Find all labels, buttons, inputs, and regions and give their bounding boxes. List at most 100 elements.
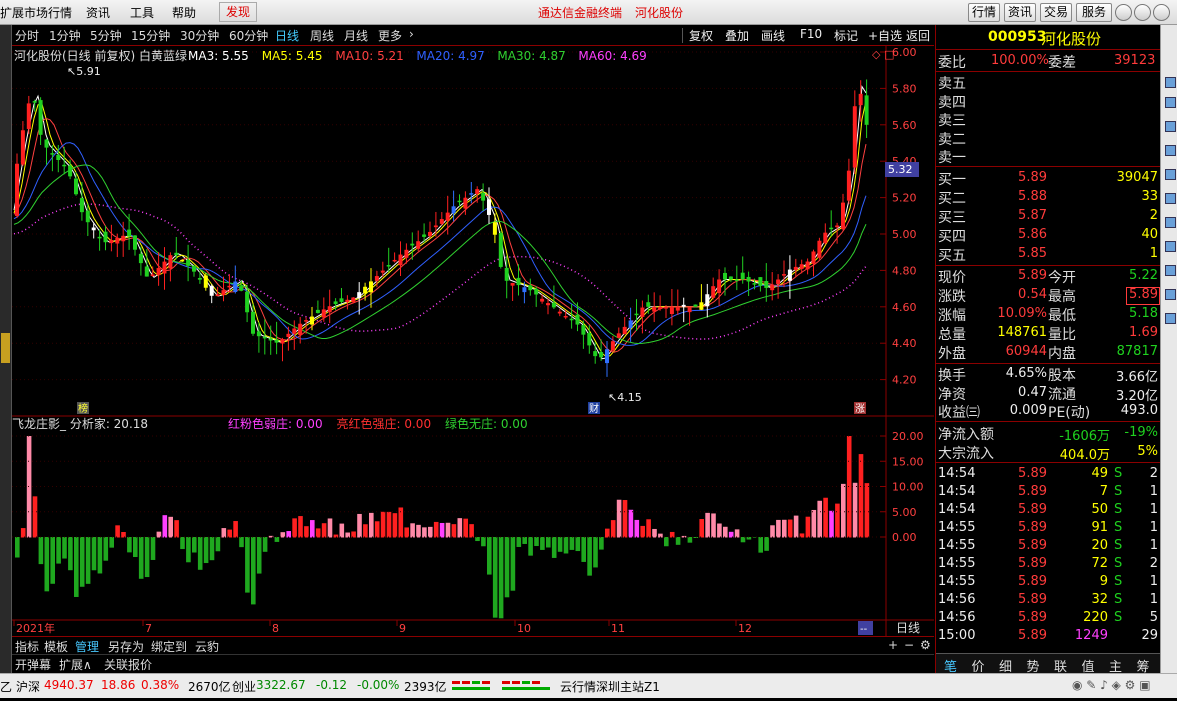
service-button[interactable]: 服务: [1076, 3, 1112, 22]
tool-icon[interactable]: [1165, 145, 1176, 156]
barrage-button[interactable]: 开弹幕: [15, 656, 51, 673]
server-name[interactable]: 云行情深圳主站Z1: [560, 678, 660, 695]
flow-value: -1606万: [1059, 429, 1110, 444]
f10-button[interactable]: F10: [800, 27, 822, 41]
period-tab[interactable]: 5分钟: [90, 27, 122, 44]
candle: [492, 222, 497, 235]
tool-icon[interactable]: [1165, 217, 1176, 228]
left-side-strip: [0, 25, 12, 673]
bind-to-button[interactable]: 绑定到: [151, 638, 187, 655]
trade-button[interactable]: 交易: [1040, 3, 1072, 22]
x-end-tag-label: --: [860, 624, 868, 635]
candle: [522, 287, 527, 293]
quotes-button[interactable]: 行情: [968, 3, 1000, 22]
indicator-button[interactable]: 指标: [15, 638, 39, 655]
draw-line-button[interactable]: 画线: [761, 27, 785, 44]
period-tab[interactable]: 月线: [344, 27, 368, 44]
add-watchlist-button[interactable]: +自选: [868, 27, 902, 44]
candle: [44, 139, 49, 148]
price-tick: 5.00: [892, 228, 917, 241]
tool-icon[interactable]: [1165, 121, 1176, 132]
save-as-button[interactable]: 另存为: [108, 638, 144, 655]
manage-button[interactable]: 管理: [75, 638, 99, 655]
discover-button[interactable]: 发现: [219, 2, 258, 22]
indicator-bar: [457, 518, 463, 538]
tick-price: 5.89: [1018, 538, 1047, 553]
price-tick: 4.60: [892, 301, 917, 314]
template-button[interactable]: 模板: [44, 638, 68, 655]
period-tab-more[interactable]: 更多: [378, 27, 402, 44]
yunbao-button[interactable]: 云豹: [195, 638, 219, 655]
tool-icon[interactable]: [1165, 289, 1176, 300]
tool-icon[interactable]: [1165, 169, 1176, 180]
candle: [528, 285, 533, 291]
candle: [327, 306, 332, 313]
marker-list-label[interactable]: 榜: [78, 402, 88, 415]
tool-icon[interactable]: [1165, 313, 1176, 324]
tool-icon[interactable]: [1165, 265, 1176, 276]
period-tab[interactable]: 周线: [310, 27, 334, 44]
period-tab[interactable]: 1分钟: [49, 27, 81, 44]
expand-left-handle-icon[interactable]: [1, 333, 10, 363]
menu-news[interactable]: 资讯: [86, 4, 110, 21]
tick-time: 14:56: [938, 610, 976, 625]
menu-tools[interactable]: 工具: [130, 4, 154, 21]
menu-help[interactable]: 帮助: [172, 4, 196, 21]
indicator-bar: [150, 537, 156, 560]
tick-time: 14:55: [938, 538, 976, 553]
period-tab[interactable]: 60分钟: [229, 27, 268, 44]
stat-value: 87817: [1116, 344, 1158, 359]
mark-button[interactable]: 标记: [834, 27, 858, 44]
tick-time: 14:54: [938, 466, 976, 481]
indicator-bar: [711, 513, 716, 538]
tick-count: 2: [1149, 556, 1158, 571]
marker-finance-label[interactable]: 财: [589, 402, 599, 415]
candle: [56, 154, 61, 161]
level-label: 买二: [938, 191, 966, 207]
adjust-button[interactable]: 复权: [689, 27, 713, 44]
overlay-button[interactable]: 叠加: [725, 27, 749, 44]
cy-index-label[interactable]: 创业: [232, 678, 256, 695]
news-button[interactable]: 资讯: [1004, 3, 1036, 22]
tick-side: S: [1114, 610, 1123, 625]
indicator-bar: [363, 524, 368, 538]
tool-icon[interactable]: [1165, 241, 1176, 252]
level-label: 收益㈢: [938, 405, 980, 421]
link-stock-name[interactable]: 河化股份: [635, 4, 683, 21]
indicator-bar: [439, 522, 445, 538]
marker-rise-label[interactable]: 涨: [855, 403, 865, 415]
candle: [699, 302, 704, 310]
minimize-icon[interactable]: [1115, 4, 1132, 21]
period-tab[interactable]: 分时: [15, 27, 39, 44]
collapse-icon[interactable]: ◇ □: [872, 48, 894, 61]
close-icon[interactable]: [1153, 4, 1170, 21]
back-button[interactable]: 返回: [906, 27, 930, 44]
tool-icon[interactable]: [1165, 193, 1176, 204]
maximize-icon[interactable]: [1134, 4, 1151, 21]
stat-value: 0.54: [1018, 287, 1047, 302]
candle: [770, 284, 775, 291]
related-quote-button[interactable]: 关联报价: [104, 656, 152, 673]
zoom-out-icon[interactable]: −: [904, 638, 914, 652]
candle: [304, 320, 309, 322]
zoom-in-icon[interactable]: +: [888, 638, 898, 652]
settings-icon[interactable]: ⚙: [920, 638, 931, 652]
period-tab[interactable]: 15分钟: [131, 27, 170, 44]
bid-price: 5.86: [1018, 227, 1047, 242]
period-tab[interactable]: 30分钟: [180, 27, 219, 44]
sh-index-label[interactable]: 沪深: [16, 678, 40, 695]
menu-extended-market[interactable]: 扩展市场行情: [0, 4, 72, 21]
period-tab-active[interactable]: 日线: [275, 27, 299, 44]
indicator-bar: [675, 537, 681, 545]
stock-name: 河化股份: [1041, 30, 1102, 48]
more-arrow-icon[interactable]: ›: [409, 27, 414, 41]
indicator-bar: [817, 500, 822, 538]
indicator-legend-item: 绿色无庄: 0.00: [445, 416, 528, 431]
kline-chart[interactable]: 河化股份(日线 前复权) 白黄蓝绿 MA3: 5.55 MA5: 5.45 MA10…: [12, 46, 934, 636]
candle: [26, 103, 31, 129]
status-icons[interactable]: ◉ ✎ ♪ ◈ ⚙ ▣: [1072, 678, 1151, 692]
tool-icon[interactable]: [1165, 97, 1176, 108]
extend-button[interactable]: 扩展∧: [59, 656, 92, 673]
link-tdx-terminal[interactable]: 通达信金融终端: [538, 4, 622, 21]
tool-icon[interactable]: [1165, 77, 1176, 88]
